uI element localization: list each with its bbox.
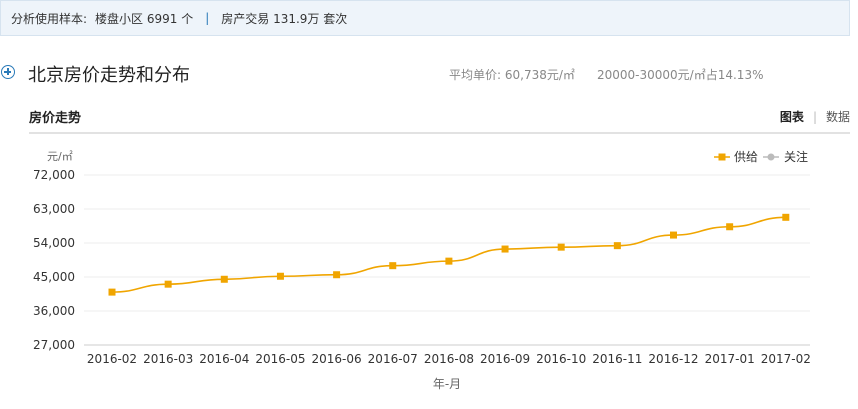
supply-data-point: [389, 262, 397, 270]
community-count: 楼盘小区 6991 个: [95, 11, 194, 26]
x-tick-label: 2016-08: [424, 352, 474, 366]
x-tick-label: 2016-10: [536, 352, 586, 366]
sample-label: 分析使用样本:: [11, 11, 88, 26]
supply-data-point: [220, 275, 228, 283]
y-axis-unit-label: 元/㎡: [47, 150, 73, 163]
average-price: 平均单价: 60,738元/㎡: [449, 68, 575, 82]
x-tick-label: 2017-01: [705, 352, 755, 366]
supply-data-point: [276, 272, 284, 280]
supply-data-point: [445, 257, 453, 265]
y-tick-label: 72,000: [33, 168, 75, 182]
legend-attention-marker: [767, 153, 775, 161]
y-tick-label: 54,000: [33, 236, 75, 250]
x-tick-label: 2016-07: [368, 352, 418, 366]
x-tick-label: 2016-06: [312, 352, 362, 366]
section-header: 北京房价走势和分布 平均单价: 60,738元/㎡ 20000-30000元/㎡…: [0, 58, 858, 88]
y-tick-label: 27,000: [33, 338, 75, 352]
tab-data[interactable]: 数据: [826, 110, 850, 124]
x-tick-label: 2017-02: [761, 352, 811, 366]
supply-data-point: [613, 242, 621, 250]
x-tick-label: 2016-12: [648, 352, 698, 366]
x-tick-label: 2016-09: [480, 352, 530, 366]
x-tick-label: 2016-02: [87, 352, 137, 366]
trend-header: 房价走势 图表 | 数据: [29, 100, 850, 134]
price-trend-chart: 27,000 36,000 45,000 54,000 63,000 72,000 元/㎡ 2…: [33, 149, 811, 391]
y-tick-label: 63,000: [33, 202, 75, 216]
x-tick-label: 2016-03: [143, 352, 193, 366]
x-tick-label: 2016-05: [255, 352, 305, 366]
tab-chart[interactable]: 图表: [780, 110, 804, 124]
supply-data-point: [164, 280, 172, 288]
supply-data-point: [108, 288, 116, 296]
legend-supply-label: 供给: [734, 150, 758, 164]
price-range-share: 20000-30000元/㎡占14.13%: [597, 68, 764, 82]
supply-series-line: [111, 216, 786, 293]
separator: |: [205, 11, 210, 25]
supply-data-point: [501, 245, 509, 253]
trend-title: 房价走势: [29, 111, 82, 126]
x-tick-label: 2016-11: [592, 352, 642, 366]
legend-attention-label: 关注: [784, 149, 808, 164]
sample-info-bar: 分析使用样本: 楼盘小区 6991 个 | 房产交易 131.9万 套次: [0, 0, 850, 36]
y-tick-label: 45,000: [33, 270, 75, 284]
supply-data-point: [333, 271, 341, 279]
section-title: 北京房价走势和分布: [28, 65, 190, 86]
expand-plus-icon[interactable]: [1, 65, 15, 79]
supply-data-point: [726, 223, 734, 231]
x-axis-title: 年-月: [433, 377, 461, 391]
x-tick-label: 2016-04: [199, 352, 249, 366]
supply-data-point: [670, 231, 677, 239]
supply-data-point: [557, 243, 565, 251]
transaction-count: 房产交易 131.9万 套次: [221, 11, 348, 26]
tab-separator: |: [812, 110, 817, 124]
view-tabs: 图表 | 数据: [780, 108, 850, 125]
supply-data-point: [782, 213, 790, 221]
legend-supply-marker: [718, 153, 726, 161]
y-tick-label: 36,000: [33, 304, 75, 318]
